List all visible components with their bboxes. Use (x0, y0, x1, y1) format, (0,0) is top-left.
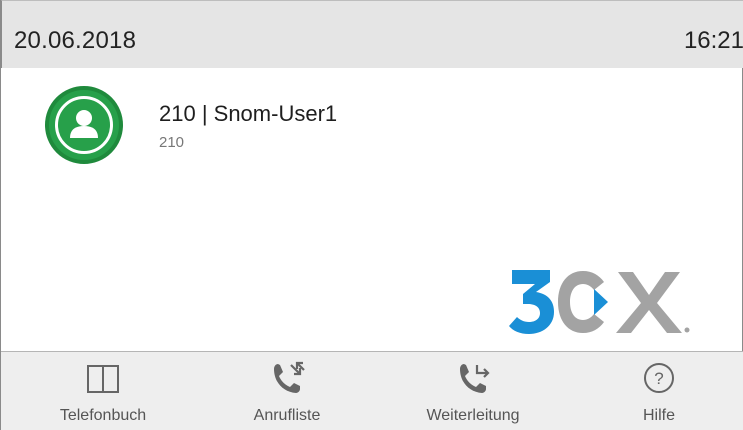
softkey-hilfe[interactable]: ? Hilfe (584, 352, 734, 430)
softkey-label: Telefonbuch (59, 407, 147, 424)
svg-text:?: ? (654, 369, 663, 388)
date-display: 20.06.2018 (14, 27, 137, 54)
softkey-telefonbuch[interactable]: Telefonbuch (28, 352, 178, 430)
status-bar: 20.06.2018 16:21 (1, 0, 743, 68)
book-icon (87, 365, 119, 393)
account-extension: 210 (159, 134, 185, 151)
softkey-anrufliste[interactable]: Anrufliste (212, 352, 362, 430)
softkey-weiterleitung[interactable]: Weiterleitung (398, 352, 548, 430)
help-icon: ? (644, 363, 674, 393)
account-title: 210 | Snom-User1 (159, 101, 338, 126)
softkey-bar: Telefonbuch Anrufliste Weiterleitung ? H… (1, 351, 743, 430)
phone-screen: 20.06.2018 16:21 210 | Snom-User1 210 Te… (0, 0, 743, 430)
softkey-label: Anrufliste (253, 407, 321, 424)
softkey-label: Hilfe (642, 407, 675, 424)
time-display: 16:21 (683, 27, 743, 54)
call-forward-icon (460, 364, 490, 393)
user-icon (55, 96, 113, 154)
call-list-icon (274, 361, 305, 393)
3cx-logo (506, 258, 716, 338)
softkey-label: Weiterleitung (426, 407, 520, 424)
avatar (45, 86, 123, 164)
